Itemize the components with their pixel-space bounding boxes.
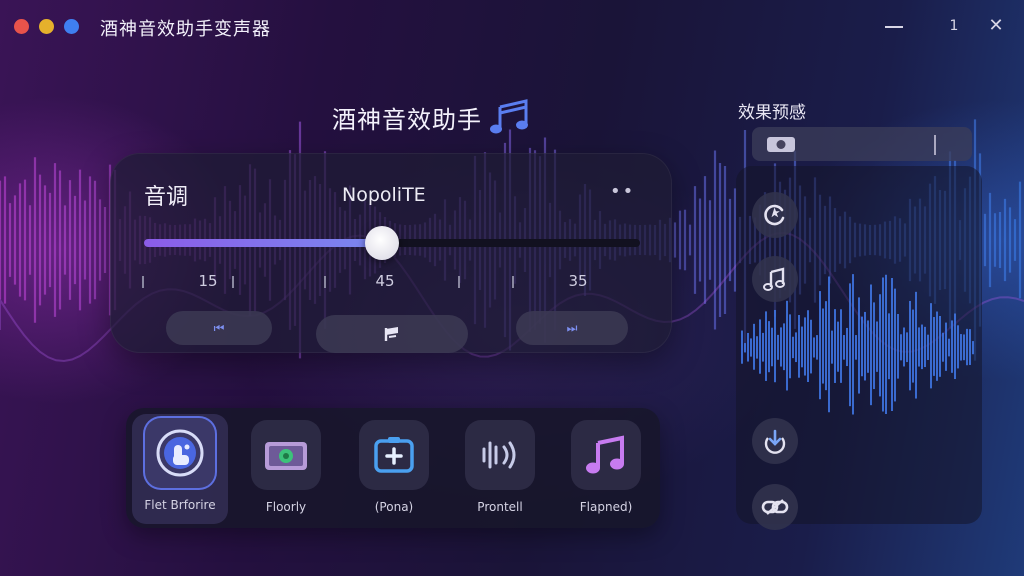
tick-label: 45 bbox=[375, 272, 395, 290]
minimize-button[interactable] bbox=[880, 14, 908, 28]
pitch-label: 音调 bbox=[144, 185, 189, 210]
side-music-button[interactable] bbox=[752, 256, 798, 302]
minimize-dot-button[interactable] bbox=[39, 19, 54, 34]
next-button[interactable]: ⏭ bbox=[516, 311, 628, 345]
pitch-slider[interactable] bbox=[144, 226, 640, 260]
preview-bar[interactable] bbox=[752, 127, 972, 161]
zoom-dot-button[interactable] bbox=[64, 19, 79, 34]
effect-item[interactable]: Flapned) bbox=[558, 420, 654, 514]
touch-hand-icon bbox=[156, 429, 204, 477]
previous-button[interactable]: ⏮ bbox=[166, 311, 272, 345]
link-icon bbox=[761, 499, 789, 515]
effect-label: Floorly bbox=[265, 500, 307, 514]
effect-label: Flapned) bbox=[579, 500, 633, 514]
flag-icon bbox=[384, 327, 398, 341]
effect-item[interactable]: Floorly bbox=[238, 420, 334, 514]
effect-label: (Pona) bbox=[374, 500, 414, 514]
skip-forward-icon: ⏭ bbox=[566, 320, 578, 335]
download-icon bbox=[764, 429, 786, 454]
effects-panel: Flet Brforire Floorly (Pona) Prontell Fl… bbox=[126, 408, 660, 528]
main-heading-text: 酒神音效助手 bbox=[332, 105, 482, 134]
app-title: 酒神音效助手变声器 bbox=[100, 19, 271, 40]
effect-tile bbox=[571, 420, 641, 490]
skip-back-icon: ⏮ bbox=[213, 320, 225, 335]
tick-label: 15 bbox=[198, 272, 218, 290]
side-download-button[interactable] bbox=[752, 418, 798, 464]
slider-tick bbox=[232, 276, 234, 288]
refresh-star-icon bbox=[764, 204, 785, 226]
music-note-icon bbox=[586, 435, 624, 474]
title-bar: 酒神音效助手变声器 1 ✕ bbox=[0, 0, 1024, 54]
side-link-button[interactable] bbox=[752, 484, 798, 530]
preset-name: NopoliTE bbox=[342, 184, 426, 206]
pitch-slider-thumb[interactable] bbox=[365, 226, 400, 260]
preview-side-panel bbox=[736, 166, 982, 530]
slider-tick bbox=[512, 276, 514, 288]
effect-label: Prontell bbox=[477, 500, 523, 514]
flag-button[interactable] bbox=[316, 315, 468, 353]
tick-label: 35 bbox=[568, 272, 588, 290]
effect-tile bbox=[251, 420, 321, 490]
effect-item[interactable]: Prontell bbox=[452, 420, 548, 514]
effect-tile bbox=[465, 420, 535, 490]
effect-tile bbox=[359, 420, 429, 490]
sound-waves-icon bbox=[482, 441, 516, 469]
camera-icon bbox=[767, 137, 795, 152]
side-refresh-button[interactable] bbox=[752, 192, 798, 238]
preview-marker bbox=[934, 135, 936, 155]
effect-tile bbox=[145, 418, 215, 488]
close-button[interactable]: ✕ bbox=[982, 14, 1010, 38]
close-dot-button[interactable] bbox=[14, 19, 29, 34]
music-note-icon bbox=[490, 99, 528, 134]
slider-tick bbox=[324, 276, 326, 288]
effect-item[interactable]: (Pona) bbox=[346, 420, 442, 514]
more-options-button[interactable]: •• bbox=[610, 181, 635, 202]
effect-item[interactable]: Flet Brforire bbox=[132, 414, 228, 524]
camera-icon bbox=[265, 442, 307, 470]
effect-label: Flet Brforire bbox=[144, 498, 216, 512]
preview-title: 效果预感 bbox=[738, 103, 806, 123]
slider-tick bbox=[458, 276, 460, 288]
maximize-button[interactable]: 1 bbox=[940, 14, 968, 38]
window-traffic-lights bbox=[14, 19, 79, 34]
add-box-icon bbox=[374, 437, 414, 473]
pitch-slider-fill bbox=[144, 239, 383, 247]
main-heading: 酒神音效助手 bbox=[332, 97, 536, 137]
slider-tick bbox=[142, 276, 144, 288]
music-note-icon bbox=[763, 267, 785, 291]
pitch-panel: 音调 NopoliTE •• 15 45 35 ⏮ ⏭ bbox=[110, 153, 672, 353]
